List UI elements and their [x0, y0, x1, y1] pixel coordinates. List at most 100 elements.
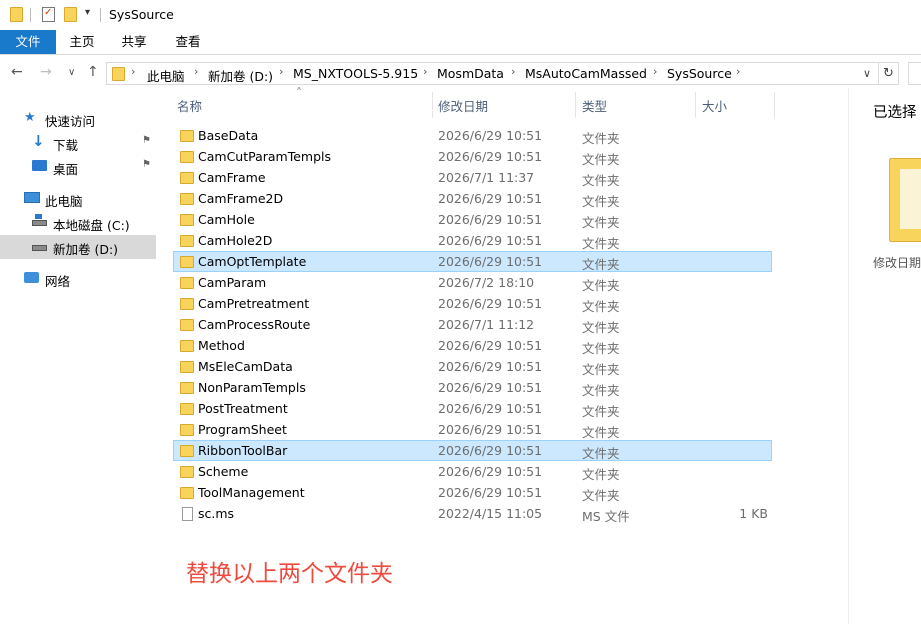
- folder-icon: [180, 424, 194, 436]
- up-icon[interactable]: ↑: [87, 64, 99, 80]
- column-header-date[interactable]: 修改日期: [438, 96, 488, 115]
- file-type: 文件夹: [582, 152, 620, 167]
- table-row[interactable]: CamHole 2026/6/29 10:51 文件夹: [173, 209, 772, 230]
- back-icon[interactable]: ←: [11, 64, 23, 80]
- file-date: 2022/4/15 11:05: [438, 506, 543, 521]
- table-row[interactable]: RibbonToolBar 2026/6/29 10:51 文件夹: [173, 440, 772, 461]
- folder-icon: [180, 382, 194, 394]
- breadcrumb-drive-d[interactable]: 新加卷 (D:): [208, 66, 273, 85]
- file-type: 文件夹: [582, 236, 620, 251]
- tab-share[interactable]: 共享: [108, 30, 160, 54]
- table-row[interactable]: CamParam 2026/7/2 18:10 文件夹: [173, 272, 772, 293]
- file-name: MsEleCamData: [198, 359, 293, 374]
- breadcrumb-this-pc[interactable]: 此电脑: [147, 66, 185, 85]
- table-row[interactable]: CamProcessRoute 2026/7/1 11:12 文件夹: [173, 314, 772, 335]
- chevron-right-icon[interactable]: ›: [736, 65, 740, 78]
- breadcrumb-syssource[interactable]: SysSource: [667, 66, 732, 81]
- column-divider[interactable]: [774, 92, 775, 118]
- folder-icon: [180, 235, 194, 247]
- table-row[interactable]: Method 2026/6/29 10:51 文件夹: [173, 335, 772, 356]
- ribbon-tabs: 文件 主页 共享 查看: [0, 30, 921, 55]
- nav-item-label: 此电脑: [45, 194, 83, 209]
- file-type: 文件夹: [582, 173, 620, 188]
- file-date: 2026/6/29 10:51: [438, 422, 543, 437]
- pin-icon[interactable]: ⚑: [142, 159, 151, 170]
- file-date: 2026/6/29 10:51: [438, 401, 543, 416]
- address-bar[interactable]: › 此电脑 › 新加卷 (D:) › MS_NXTOOLS-5.915 › Mo…: [106, 62, 879, 85]
- nav-item-downloads[interactable]: ↓ 下载 ⚑: [0, 131, 156, 155]
- preview-label: 修改日期: [873, 256, 921, 270]
- table-row[interactable]: CamPretreatment 2026/6/29 10:51 文件夹: [173, 293, 772, 314]
- forward-icon[interactable]: →: [40, 64, 52, 80]
- recent-locations-icon[interactable]: ∨: [68, 67, 75, 78]
- folder-icon: [180, 172, 194, 184]
- file-date: 2026/6/29 10:51: [438, 191, 543, 206]
- file-type: 文件夹: [582, 299, 620, 314]
- new-folder-icon[interactable]: [64, 7, 77, 22]
- tab-view[interactable]: 查看: [160, 30, 216, 54]
- tab-home[interactable]: 主页: [56, 30, 108, 54]
- table-row[interactable]: BaseData 2026/6/29 10:51 文件夹: [173, 125, 772, 146]
- nav-item-quick-access[interactable]: ★ 快速访问: [0, 107, 156, 131]
- nav-item-drive-d[interactable]: 新加卷 (D:): [0, 235, 156, 259]
- file-name: ProgramSheet: [198, 422, 287, 437]
- nav-item-network[interactable]: 网络: [0, 267, 156, 291]
- breadcrumb-msautocammassed[interactable]: MsAutoCamMassed: [525, 66, 647, 81]
- column-header-type[interactable]: 类型: [582, 96, 607, 115]
- column-header-size[interactable]: 大小: [702, 96, 727, 115]
- file-date: 2026/6/29 10:51: [438, 128, 543, 143]
- pin-icon[interactable]: ⚑: [142, 135, 151, 146]
- chevron-right-icon[interactable]: ›: [194, 65, 198, 78]
- nav-item-desktop[interactable]: 桌面 ⚑: [0, 155, 156, 179]
- column-divider[interactable]: [575, 92, 576, 118]
- chevron-right-icon[interactable]: ›: [279, 65, 283, 78]
- table-row[interactable]: Scheme 2026/6/29 10:51 文件夹: [173, 461, 772, 482]
- table-row[interactable]: ProgramSheet 2026/6/29 10:51 文件夹: [173, 419, 772, 440]
- nav-item-drive-c[interactable]: 本地磁盘 (C:): [0, 211, 156, 235]
- table-row[interactable]: PostTreatment 2026/6/29 10:51 文件夹: [173, 398, 772, 419]
- nav-item-label: 快速访问: [45, 114, 96, 129]
- table-row[interactable]: NonParamTempls 2026/6/29 10:51 文件夹: [173, 377, 772, 398]
- annotation-text: 替换以上两个文件夹: [186, 561, 393, 587]
- table-row[interactable]: MsEleCamData 2026/6/29 10:51 文件夹: [173, 356, 772, 377]
- chevron-right-icon[interactable]: ›: [511, 65, 515, 78]
- file-name: CamOptTemplate: [198, 254, 307, 269]
- column-divider[interactable]: [695, 92, 696, 118]
- folder-icon: [180, 361, 194, 373]
- table-row[interactable]: sc.ms 2022/4/15 11:05 MS 文件 1 KB: [173, 503, 772, 524]
- chevron-right-icon[interactable]: ›: [131, 65, 135, 78]
- folder-icon: [180, 277, 194, 289]
- file-date: 2026/6/29 10:51: [438, 359, 543, 374]
- breadcrumb-mosmdata[interactable]: MosmData: [437, 66, 504, 81]
- properties-icon[interactable]: ✓: [42, 7, 55, 22]
- column-header-name[interactable]: 名称: [177, 96, 202, 115]
- search-input[interactable]: [908, 62, 921, 85]
- folder-icon: [180, 214, 194, 226]
- windows-logo-icon: [35, 214, 42, 219]
- file-type: 文件夹: [582, 446, 620, 461]
- tab-file[interactable]: 文件: [0, 30, 56, 54]
- file-date: 2026/6/29 10:51: [438, 254, 543, 269]
- table-row[interactable]: CamCutParamTempls 2026/6/29 10:51 文件夹: [173, 146, 772, 167]
- table-row[interactable]: CamFrame2D 2026/6/29 10:51 文件夹: [173, 188, 772, 209]
- chevron-right-icon[interactable]: ›: [423, 65, 427, 78]
- chevron-right-icon[interactable]: ›: [653, 65, 657, 78]
- folder-icon: [180, 403, 194, 415]
- address-dropdown-icon[interactable]: ∨: [863, 67, 871, 80]
- file-name: Method: [198, 338, 245, 353]
- table-row[interactable]: CamHole2D 2026/6/29 10:51 文件夹: [173, 230, 772, 251]
- folder-icon: [180, 151, 194, 163]
- nav-item-label: 下载: [53, 138, 79, 153]
- breadcrumb-ms-nxtools[interactable]: MS_NXTOOLS-5.915: [293, 66, 418, 81]
- column-divider[interactable]: [432, 92, 433, 118]
- refresh-button[interactable]: ↻: [878, 62, 899, 85]
- table-row[interactable]: CamFrame 2026/7/1 11:37 文件夹: [173, 167, 772, 188]
- table-row[interactable]: ToolManagement 2026/6/29 10:51 文件夹: [173, 482, 772, 503]
- file-date: 2026/6/29 10:51: [438, 233, 543, 248]
- table-row[interactable]: CamOptTemplate 2026/6/29 10:51 文件夹: [173, 251, 772, 272]
- drive-icon: [32, 220, 47, 226]
- nav-item-this-pc[interactable]: 此电脑: [0, 187, 156, 211]
- qat-dropdown-icon[interactable]: ▾: [85, 7, 90, 18]
- file-date: 2026/7/1 11:12: [438, 317, 535, 332]
- desktop-icon: [32, 160, 47, 171]
